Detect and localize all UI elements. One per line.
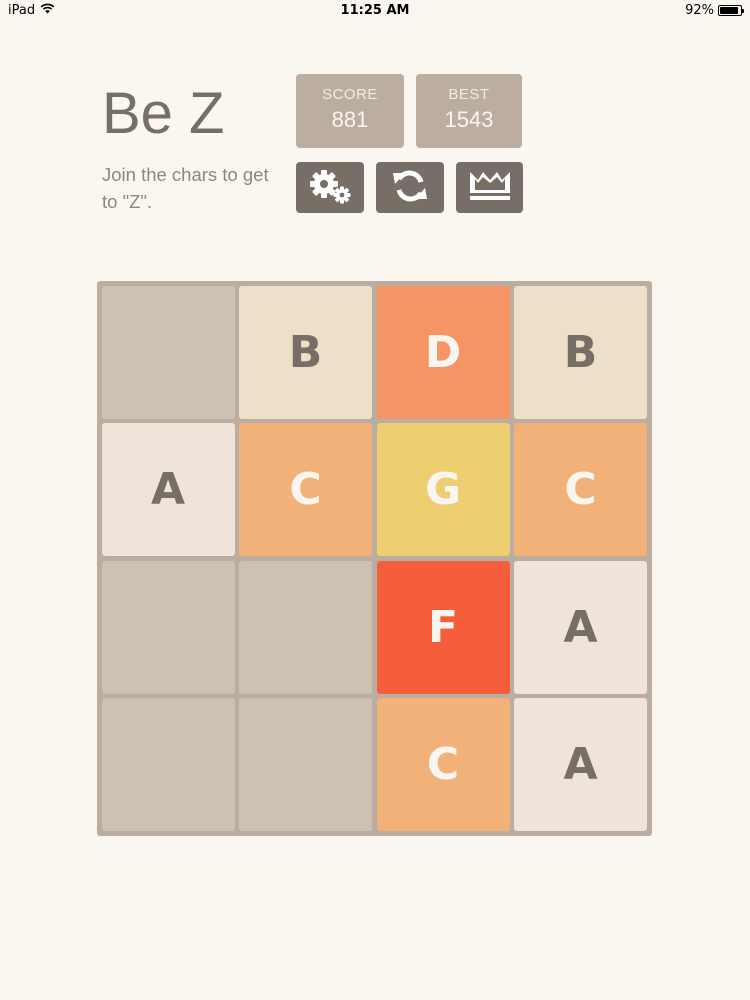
tile: C xyxy=(514,423,647,556)
battery-percent: 92% xyxy=(685,3,714,18)
tile: G xyxy=(376,423,510,556)
tile: F xyxy=(376,560,510,694)
empty-cell xyxy=(101,285,235,419)
tile: B xyxy=(514,285,647,419)
empty-cell xyxy=(101,560,235,694)
game-board[interactable]: BDBACGCFACA xyxy=(97,281,652,836)
game-subtitle: Join the chars to get to "Z". xyxy=(102,164,269,212)
best-value: 1543 xyxy=(444,107,494,132)
score-box: SCORE 881 xyxy=(296,74,404,148)
tile: A xyxy=(101,423,235,556)
game-title: Be Z xyxy=(102,81,225,146)
status-time: 11:25 AM xyxy=(340,3,410,18)
leaderboard-button[interactable] xyxy=(456,162,523,213)
empty-cell xyxy=(239,560,372,694)
tile: A xyxy=(514,698,647,831)
best-label: BEST xyxy=(448,86,490,103)
empty-cell xyxy=(239,698,372,831)
refresh-icon xyxy=(390,168,430,208)
settings-button[interactable] xyxy=(296,162,364,213)
tile: D xyxy=(376,285,510,419)
battery-fill xyxy=(720,7,739,14)
tile: B xyxy=(239,285,372,419)
gears-icon xyxy=(306,167,354,209)
best-score-box: BEST 1543 xyxy=(416,74,522,148)
status-bar: iPad 11:25 AM 92% xyxy=(0,0,750,22)
battery-icon xyxy=(718,5,744,16)
score-label: SCORE xyxy=(322,86,378,103)
empty-cell xyxy=(101,698,235,831)
tile: A xyxy=(514,560,647,694)
score-value: 881 xyxy=(331,107,369,132)
tile: C xyxy=(239,423,372,556)
crown-icon xyxy=(467,169,513,207)
tile: C xyxy=(376,698,510,831)
status-right: 92% xyxy=(685,3,744,18)
restart-button[interactable] xyxy=(376,162,444,213)
